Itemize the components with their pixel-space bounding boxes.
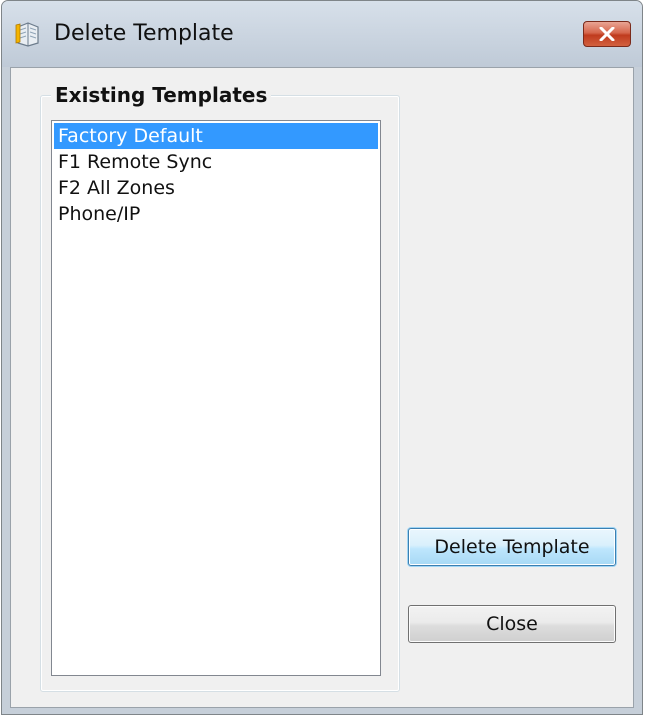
- template-list-item[interactable]: F2 All Zones: [54, 175, 378, 201]
- group-label: Existing Templates: [51, 82, 272, 108]
- template-book-icon: [14, 21, 42, 47]
- title-bar[interactable]: Delete Template: [2, 1, 642, 67]
- dialog-body: Existing Templates Factory Default F1 Re…: [10, 67, 634, 708]
- close-button[interactable]: Close: [408, 605, 616, 643]
- window-close-button[interactable]: [583, 21, 631, 47]
- close-icon: [599, 27, 615, 41]
- templates-listbox[interactable]: Factory Default F1 Remote Sync F2 All Zo…: [51, 120, 381, 676]
- delete-template-dialog: Delete Template Existing Templates Facto…: [1, 0, 643, 715]
- template-list-item[interactable]: F1 Remote Sync: [54, 149, 378, 175]
- delete-template-button[interactable]: Delete Template: [408, 528, 616, 566]
- template-list-item[interactable]: Phone/IP: [54, 201, 378, 227]
- template-list-item[interactable]: Factory Default: [54, 123, 378, 149]
- window-title: Delete Template: [54, 21, 234, 46]
